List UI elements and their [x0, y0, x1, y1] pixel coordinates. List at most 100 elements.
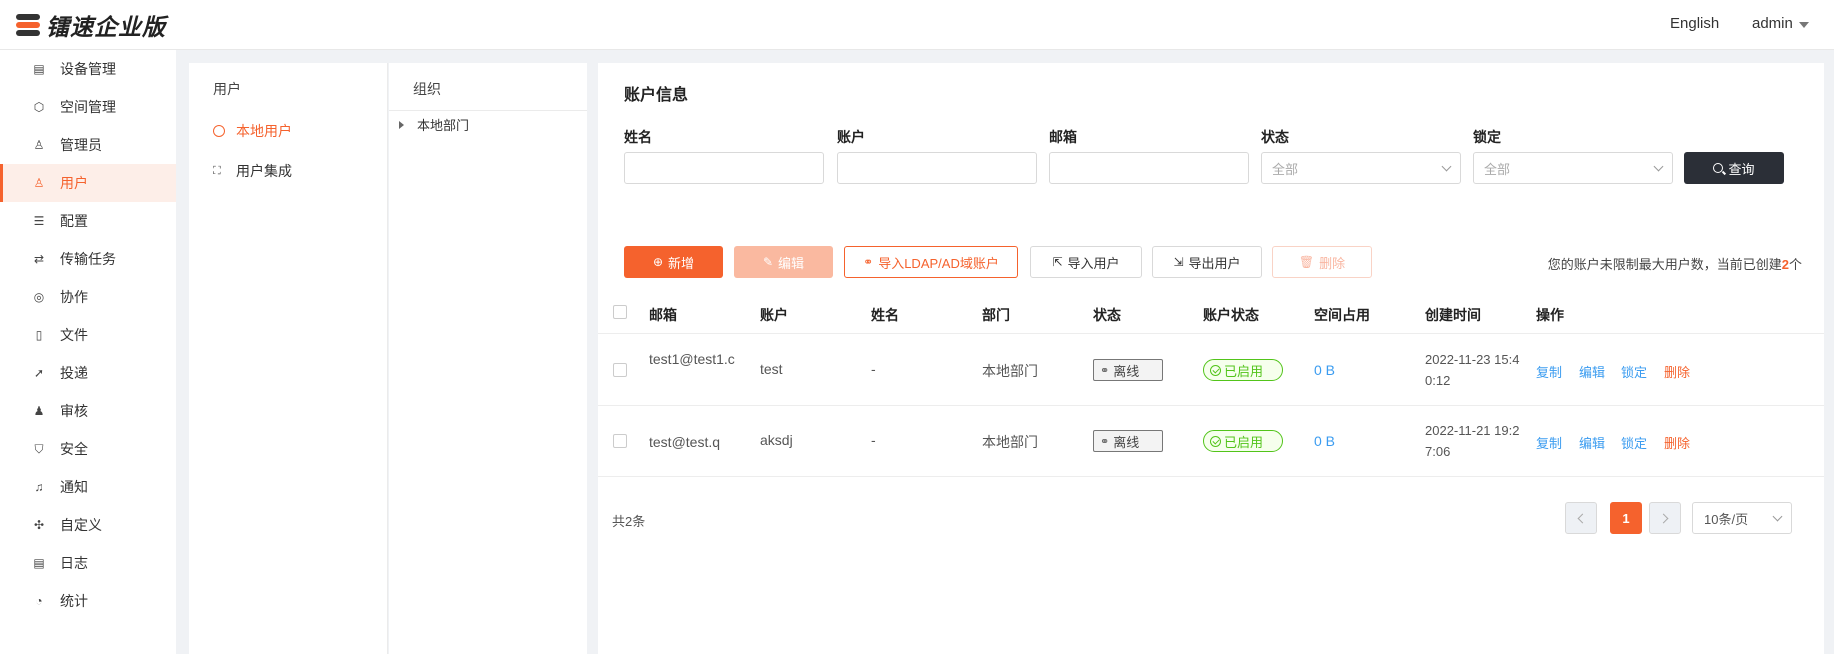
edit-label: 编辑: [778, 255, 805, 271]
total-count: 共2条: [612, 514, 646, 529]
account-status-text: 已启用: [1224, 363, 1264, 379]
org-panel-title: 组织: [413, 81, 441, 97]
user-integration-label: 用户集成: [236, 163, 292, 179]
caret-down-icon: [1798, 21, 1809, 28]
user-count: 2: [1781, 257, 1789, 272]
add-user-button[interactable]: ⊕ 新增: [624, 246, 723, 278]
bell-icon: ♫: [34, 480, 44, 494]
top-header: 镭速企业版 English admin: [0, 0, 1834, 50]
copy-link[interactable]: 复制: [1536, 433, 1562, 452]
sidebar-item-audit[interactable]: ♟ 审核: [0, 392, 176, 430]
query-button[interactable]: 查询: [1684, 152, 1784, 184]
limit-note-prefix: 您的账户未限制最大用户数，当前已创建: [1547, 257, 1782, 272]
sidebar-item-file[interactable]: ▯ 文件: [0, 316, 176, 354]
delete-link[interactable]: 删除: [1664, 433, 1690, 452]
col-email: 邮箱: [649, 307, 677, 323]
email-input[interactable]: [1049, 152, 1249, 184]
user-menu[interactable]: admin: [1752, 15, 1809, 32]
edit-button[interactable]: ✎ 编辑: [734, 246, 833, 278]
page-size-value: 10条/页: [1704, 511, 1749, 527]
account-input[interactable]: [837, 152, 1037, 184]
lock-link[interactable]: 锁定: [1621, 362, 1647, 381]
sidebar-item-space[interactable]: ⬡ 空间管理: [0, 88, 176, 126]
user-integration-item[interactable]: ⛶ 用户集成: [213, 161, 292, 181]
sidebar-item-custom[interactable]: ✣ 自定义: [0, 506, 176, 544]
query-button-label: 查询: [1728, 161, 1755, 177]
next-page-button[interactable]: [1649, 502, 1681, 534]
name-input[interactable]: [624, 152, 824, 184]
add-user-label: 新增: [668, 255, 695, 271]
sidebar-item-label: 配置: [60, 213, 88, 229]
row-checkbox[interactable]: [613, 434, 627, 448]
language-switch[interactable]: English: [1670, 15, 1719, 32]
cell-created: 2022-11-21 19:27:06: [1425, 423, 1520, 459]
local-users-item[interactable]: 本地用户: [213, 121, 292, 141]
select-all-checkbox[interactable]: [613, 305, 627, 319]
plus-circle-icon: ⊕: [652, 255, 664, 269]
import-icon: ⇱: [1052, 255, 1063, 269]
status-badge: ⚭ 离线: [1093, 430, 1163, 452]
search-icon: [1713, 163, 1724, 173]
local-users-label: 本地用户: [236, 123, 292, 139]
sidebar-item-security[interactable]: ⛉ 安全: [0, 430, 176, 468]
col-name: 姓名: [871, 307, 899, 323]
expand-arrow-icon[interactable]: [399, 120, 404, 129]
row-checkbox[interactable]: [613, 363, 627, 377]
logo-text: 镭速企业版: [46, 14, 166, 40]
email-label: 邮箱: [1049, 129, 1077, 145]
sidebar-item-collab[interactable]: ◎ 协作: [0, 278, 176, 316]
import-ldap-label: 导入LDAP/AD域账户: [878, 255, 999, 271]
divider: [389, 110, 587, 111]
sidebar-item-user[interactable]: ♙ 用户: [0, 164, 176, 202]
chevron-down-icon: [1772, 511, 1783, 522]
status-text: 离线: [1113, 363, 1140, 379]
link-icon: ⚭: [1100, 435, 1110, 448]
col-account: 账户: [760, 307, 788, 323]
sidebar-item-label: 安全: [60, 441, 88, 457]
sidebar-item-config[interactable]: ☰ 配置: [0, 202, 176, 240]
sidebar-item-send[interactable]: ➚ 投递: [0, 354, 176, 392]
users-panel-title: 用户: [213, 81, 241, 97]
cell-usage[interactable]: 0 B: [1314, 433, 1335, 449]
audit-icon: ♟: [33, 404, 45, 418]
lock-select[interactable]: 全部: [1473, 152, 1673, 184]
chevron-down-icon: [1441, 161, 1452, 172]
send-icon: ➚: [33, 366, 45, 380]
sidebar-item-admin[interactable]: ♙ 管理员: [0, 126, 176, 164]
sidebar-item-label: 自定义: [60, 517, 102, 533]
col-created: 创建时间: [1425, 307, 1481, 323]
export-users-label: 导出用户: [1188, 255, 1241, 271]
sidebar-item-device[interactable]: ▤ 设备管理: [0, 50, 176, 88]
col-account-status: 账户状态: [1203, 307, 1259, 323]
prev-page-button[interactable]: [1565, 502, 1597, 534]
users-panel: 用户 本地用户 ⛶ 用户集成: [189, 63, 388, 654]
link-icon: ⚭: [1100, 364, 1110, 377]
sidebar-item-stats[interactable]: ◔ 统计: [0, 582, 176, 620]
export-users-button[interactable]: ⇲ 导出用户: [1152, 246, 1262, 278]
import-users-button[interactable]: ⇱ 导入用户: [1030, 246, 1142, 278]
sidebar-item-label: 日志: [60, 555, 88, 571]
status-select[interactable]: 全部: [1261, 152, 1461, 184]
sidebar-item-notify[interactable]: ♫ 通知: [0, 468, 176, 506]
cell-account: aksdj: [760, 432, 793, 448]
org-node-label: 本地部门: [417, 118, 470, 133]
lock-label: 锁定: [1473, 129, 1501, 145]
import-ldap-button[interactable]: ⚭ 导入LDAP/AD域账户: [844, 246, 1018, 278]
user-limit-note: 您的账户未限制最大用户数，当前已创建2个: [1548, 254, 1802, 273]
delete-link[interactable]: 删除: [1664, 362, 1690, 381]
sidebar-item-label: 设备管理: [60, 61, 116, 77]
org-tree-node[interactable]: 本地部门: [399, 115, 469, 134]
copy-link[interactable]: 复制: [1536, 362, 1562, 381]
sidebar-item-log[interactable]: ▤ 日志: [0, 544, 176, 582]
delete-button[interactable]: 🗑 删除: [1272, 246, 1372, 278]
edit-link[interactable]: 编辑: [1579, 362, 1605, 381]
page-number[interactable]: 1: [1610, 502, 1642, 534]
col-usage: 空间占用: [1314, 307, 1370, 323]
sidebar-item-transfer[interactable]: ⇄ 传输任务: [0, 240, 176, 278]
page-size-select[interactable]: 10条/页: [1692, 502, 1792, 534]
org-panel: 组织 本地部门: [389, 63, 587, 654]
lock-link[interactable]: 锁定: [1621, 433, 1647, 452]
cell-usage[interactable]: 0 B: [1314, 362, 1335, 378]
col-dept: 部门: [982, 307, 1010, 323]
edit-link[interactable]: 编辑: [1579, 433, 1605, 452]
